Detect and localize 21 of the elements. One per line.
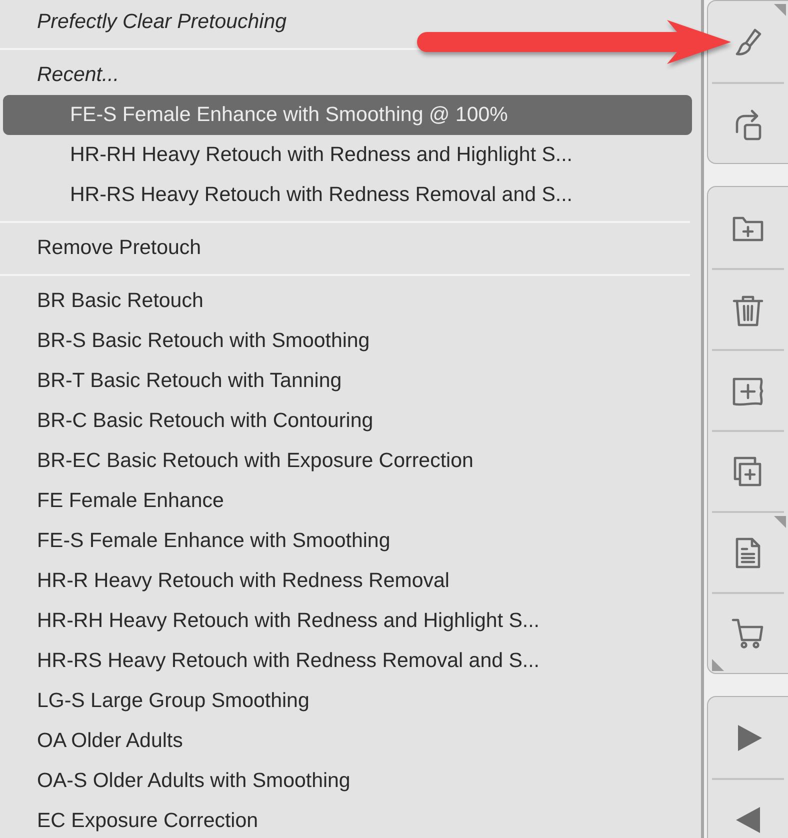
menu-item[interactable]: Remove Pretouch: [0, 228, 698, 268]
preset-menu-item[interactable]: HR-RH Heavy Retouch with Redness and Highlight S...: [0, 601, 698, 641]
preset-menu-item[interactable]: HR-RS Heavy Retouch with Redness Removal and S...: [0, 641, 698, 681]
preset-menu-item[interactable]: FE-S Female Enhance with Smoothing: [0, 521, 698, 561]
recent-menu-item[interactable]: HR-RH Heavy Retouch with Redness and Highlight S...: [3, 135, 692, 175]
menu-title: Prefectly Clear Pretouching: [36, 9, 288, 35]
recent-menu-item[interactable]: HR-RS Heavy Retouch with Redness Removal and S...: [3, 175, 692, 215]
preset-menu-item[interactable]: FE Female Enhance: [0, 481, 698, 521]
preset-menu-item[interactable]: BR Basic Retouch: [0, 281, 698, 321]
preset-menu-item[interactable]: OA-S Older Adults with Smoothing: [0, 761, 698, 801]
preset-menu-item[interactable]: LG-S Large Group Smoothing: [0, 681, 698, 721]
recent-menu-item[interactable]: FE-S Female Enhance with Smoothing @ 100%: [3, 95, 692, 135]
preset-menu-item[interactable]: HR-R Heavy Retouch with Redness Removal: [0, 561, 698, 601]
preset-menu-item[interactable]: BR-EC Basic Retouch with Exposure Correction: [0, 441, 698, 481]
preset-menu-item[interactable]: BR-S Basic Retouch with Smoothing: [0, 321, 698, 361]
toolbar-button[interactable]: [712, 592, 784, 673]
preset-menu-item[interactable]: EC Exposure Correction: [0, 801, 698, 838]
preset-menu-item[interactable]: OA Older Adults: [0, 721, 698, 761]
recent-header: Recent...: [36, 62, 120, 88]
preset-menu-item[interactable]: BR-C Basic Retouch with Contouring: [0, 401, 698, 441]
preset-menu-item[interactable]: BR-T Basic Retouch with Tanning: [0, 361, 698, 401]
